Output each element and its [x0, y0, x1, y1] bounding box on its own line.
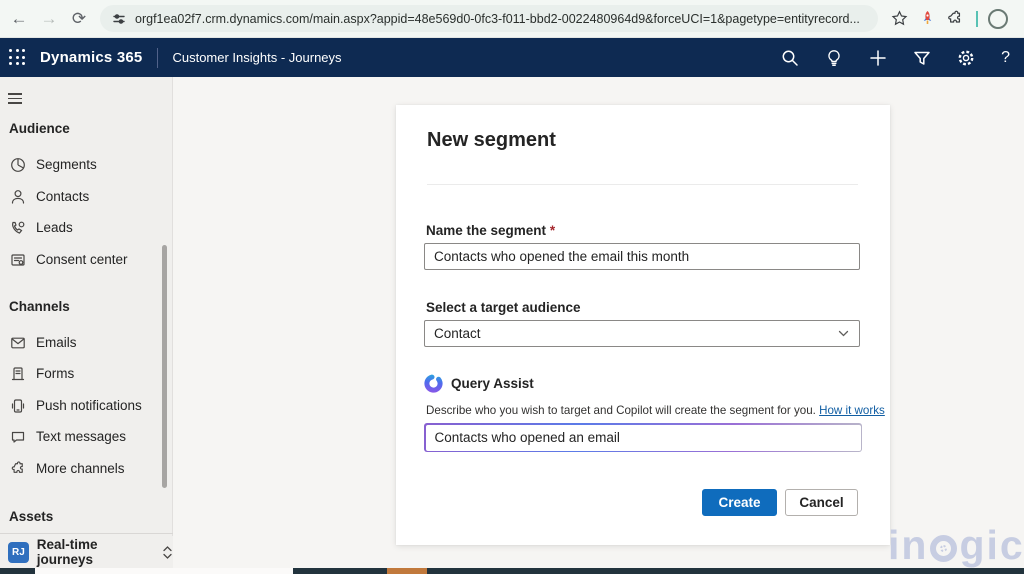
divider — [0, 533, 173, 534]
browser-toolbar: ← → ⟳ orgf1ea02f7.crm.dynamics.com/main.… — [0, 0, 1024, 38]
app-title[interactable]: Customer Insights - Journeys — [172, 50, 341, 65]
sidebar-item-label: Consent center — [36, 252, 128, 267]
browser-reload-icon[interactable]: ⟳ — [64, 9, 94, 29]
sidebar-item-segments[interactable]: Segments — [0, 149, 162, 180]
dynamics-brand[interactable]: Dynamics 365 — [40, 49, 142, 66]
sidebar-item-forms[interactable]: Forms — [0, 358, 162, 389]
sidebar-item-label: Text messages — [36, 429, 127, 444]
audience-field-label: Select a target audience — [426, 300, 581, 315]
sidebar-item-push-notifications[interactable]: Push notifications — [0, 390, 162, 421]
extension-rocket-icon[interactable] — [921, 11, 934, 26]
sidebar-item-more-channels[interactable]: More channels — [0, 453, 162, 484]
new-segment-dialog: New segment Name the segment * Select a … — [396, 105, 890, 545]
watermark-text: gic — [959, 522, 1024, 568]
sidebar-scrollbar[interactable] — [162, 245, 167, 488]
sidebar-collapse-icon[interactable] — [8, 93, 22, 107]
consent-center-icon — [10, 252, 26, 268]
address-bar[interactable]: orgf1ea02f7.crm.dynamics.com/main.aspx?a… — [100, 5, 878, 32]
chevron-updown-icon — [162, 545, 173, 560]
sidebar-item-leads[interactable]: Leads — [0, 212, 162, 243]
query-assist-title: Query Assist — [451, 376, 534, 391]
how-it-works-link[interactable]: How it works — [819, 404, 885, 417]
text-message-icon — [10, 429, 26, 445]
segments-icon — [10, 157, 26, 173]
selected-audience-value: Contact — [434, 326, 481, 341]
inogic-logo-icon — [930, 535, 958, 562]
query-assist-description: Describe who you wish to target and Copi… — [426, 404, 885, 417]
sidebar-header-assets: Assets — [9, 509, 54, 524]
sidebar-header-channels: Channels — [9, 299, 70, 314]
bottom-strip-segment — [293, 568, 387, 574]
inogic-watermark: in gic — [888, 522, 1024, 569]
sidebar-item-label: More channels — [36, 461, 125, 476]
query-assist-header: Query Assist — [424, 374, 534, 393]
filter-icon[interactable] — [913, 49, 931, 67]
sidebar-item-label: Push notifications — [36, 398, 142, 413]
chevron-down-icon — [837, 327, 850, 340]
bookmark-star-icon[interactable] — [891, 10, 908, 27]
sidebar-item-text-messages[interactable]: Text messages — [0, 421, 162, 452]
url-text[interactable]: orgf1ea02f7.crm.dynamics.com/main.aspx?a… — [135, 12, 860, 26]
bottom-strip-segment — [387, 568, 427, 574]
query-assist-input-border — [424, 423, 862, 452]
toolbar-separator — [976, 10, 978, 27]
sidebar-item-label: Segments — [36, 157, 97, 172]
site-info-icon[interactable] — [112, 12, 126, 26]
bottom-strip-segment — [35, 568, 293, 574]
puzzle-icon — [10, 460, 26, 477]
copilot-icon — [424, 374, 443, 393]
app-header: Dynamics 365 Customer Insights - Journey… — [0, 38, 1024, 77]
required-asterisk: * — [549, 223, 556, 238]
area-badge: RJ — [8, 541, 29, 563]
sidebar-item-contacts[interactable]: Contacts — [0, 181, 162, 212]
sidebar-item-consent-center[interactable]: Consent center — [0, 244, 162, 275]
divider — [427, 184, 858, 185]
create-button[interactable]: Create — [702, 489, 777, 516]
segment-name-input[interactable] — [424, 243, 860, 270]
sidebar-header-audience: Audience — [9, 121, 70, 136]
bottom-strip-segment — [0, 568, 35, 574]
email-icon — [10, 335, 26, 351]
cancel-button[interactable]: Cancel — [785, 489, 858, 516]
leads-icon — [10, 220, 26, 236]
sidebar-item-label: Leads — [36, 220, 73, 235]
sidebar-item-emails[interactable]: Emails — [0, 327, 162, 358]
query-assist-input[interactable] — [425, 424, 861, 451]
sidebar-item-label: Emails — [36, 335, 77, 350]
sidebar-item-label: Contacts — [36, 189, 90, 204]
target-audience-select[interactable]: Contact — [424, 320, 860, 347]
lightbulb-icon[interactable] — [825, 49, 843, 67]
form-icon — [10, 366, 26, 382]
push-notification-icon — [10, 398, 26, 414]
browser-forward-icon[interactable]: → — [34, 9, 64, 29]
dialog-title: New segment — [427, 129, 556, 151]
contacts-icon — [10, 189, 26, 205]
sidebar-item-label: Forms — [36, 366, 75, 381]
plus-icon[interactable] — [869, 49, 887, 67]
header-divider — [157, 47, 159, 68]
search-icon[interactable] — [781, 49, 799, 67]
browser-back-icon[interactable]: ← — [4, 9, 34, 29]
extensions-puzzle-icon[interactable] — [947, 10, 964, 27]
bottom-strip-segment — [427, 568, 1024, 574]
help-icon[interactable]: ? — [1001, 49, 1010, 67]
area-switcher[interactable]: RJ Real-time journeys — [0, 536, 173, 568]
name-field-label: Name the segment * — [426, 223, 556, 238]
gear-icon[interactable] — [957, 49, 975, 67]
area-label: Real-time journeys — [36, 537, 98, 567]
waffle-menu-icon[interactable] — [9, 49, 26, 66]
profile-avatar-icon[interactable] — [988, 8, 1008, 29]
watermark-text: in — [888, 522, 929, 568]
